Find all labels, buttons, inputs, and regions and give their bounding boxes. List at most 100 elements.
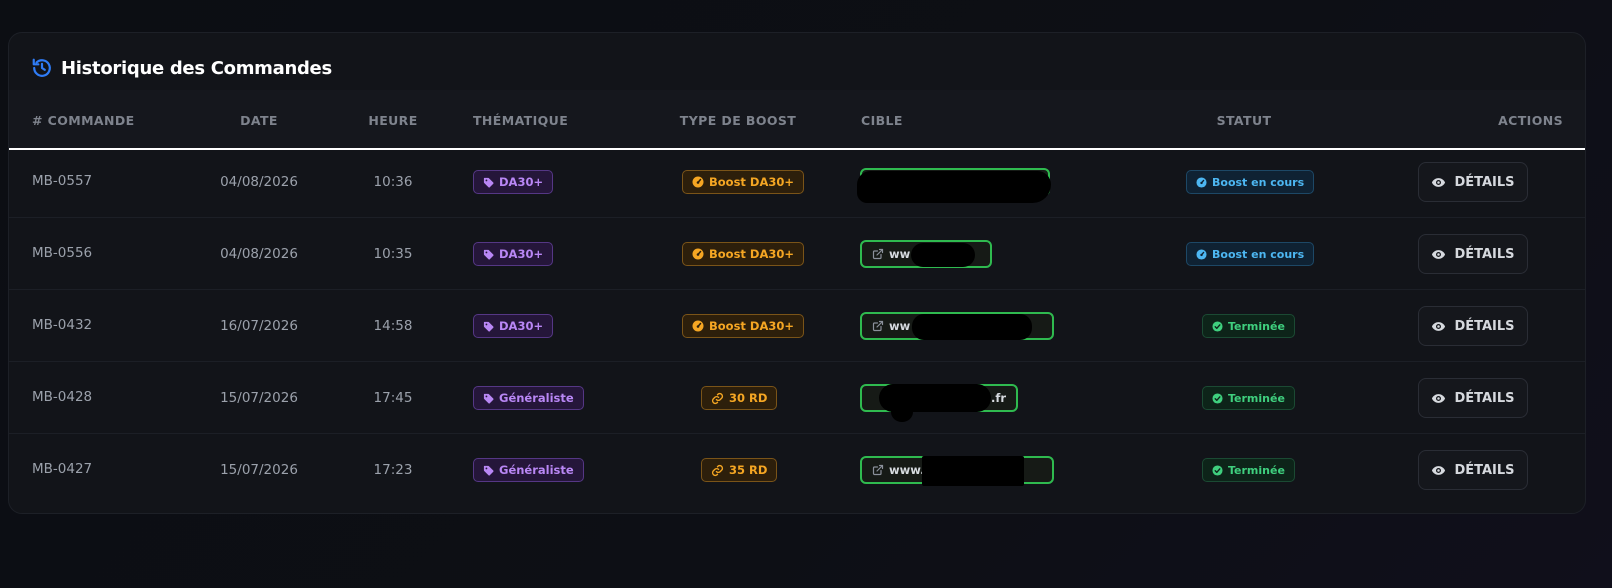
theme-label: DA30+ [499,175,544,189]
history-icon [31,57,53,79]
status-badge: Terminée [1202,458,1295,482]
details-button[interactable]: DÉTAILS [1418,162,1528,202]
column-header-heure: HEURE [368,113,418,128]
theme-badge: DA30+ [473,314,554,338]
order-time: 17:45 [373,390,413,406]
status-badge: Boost en cours [1186,242,1315,266]
theme-label: DA30+ [499,247,544,261]
gauge-icon [692,176,704,188]
column-header-statut: STATUT [1216,113,1272,128]
order-time: 10:36 [373,174,413,190]
order-date: 15/07/2026 [220,390,298,406]
status-label: Boost en cours [1212,247,1305,261]
table-header: # COMMANDE DATE HEURE THÉMATIQUE TYPE DE… [9,90,1585,150]
tag-icon [483,321,494,332]
boost-badge: Boost DA30+ [682,242,804,266]
external-link-icon [872,320,884,332]
boost-label: Boost DA30+ [709,247,794,261]
order-time: 14:58 [373,318,413,334]
details-label: DÉTAILS [1454,246,1515,262]
redaction-mark [891,402,913,422]
status-badge: Terminée [1202,314,1295,338]
details-button[interactable]: DÉTAILS [1418,378,1528,418]
check-circle-icon [1212,392,1223,404]
status-label: Terminée [1228,463,1285,477]
status-label: Terminée [1228,319,1285,333]
orders-history-card: Historique des Commandes # COMMANDE DATE… [8,32,1586,514]
status-progress-icon [1196,176,1207,188]
column-header-date: DATE [240,113,278,128]
details-label: DÉTAILS [1454,318,1515,334]
boost-badge: 35 RD [701,458,778,482]
theme-badge: DA30+ [473,242,554,266]
status-badge: Boost en cours [1186,170,1315,194]
gauge-icon [692,248,704,260]
status-badge: Terminée [1202,386,1295,410]
theme-badge: DA30+ [473,170,554,194]
gauge-icon [692,320,704,332]
boost-label: Boost DA30+ [709,319,794,333]
details-label: DÉTAILS [1454,462,1515,478]
theme-badge: Généraliste [473,458,584,482]
redaction-mark [922,456,1024,486]
eye-icon [1431,175,1446,190]
boost-badge: 30 RD [701,386,778,410]
order-date: 15/07/2026 [220,462,298,478]
column-header-type-boost: TYPE DE BOOST [679,113,797,128]
order-id: MB-0427 [32,461,93,477]
theme-label: DA30+ [499,319,544,333]
theme-label: Généraliste [499,463,574,477]
order-date: 16/07/2026 [220,318,298,334]
boost-label: 30 RD [729,391,768,405]
redaction-mark [911,243,975,267]
eye-icon [1431,391,1446,406]
column-header-actions: ACTIONS [1498,113,1563,128]
tag-icon [483,177,494,188]
column-header-cible: CIBLE [861,113,903,128]
external-link-icon [872,248,884,260]
details-button[interactable]: DÉTAILS [1418,450,1528,490]
column-header-commande: # COMMANDE [32,113,135,128]
status-label: Boost en cours [1212,175,1305,189]
table-row: MB-0432 16/07/2026 14:58 DA30+ Boost DA3… [9,290,1585,362]
table-row: MB-0556 04/08/2026 10:35 DA30+ Boost DA3… [9,218,1585,290]
boost-label: 35 RD [729,463,768,477]
order-id: MB-0432 [32,317,93,333]
link-icon [711,392,724,405]
eye-icon [1431,247,1446,262]
eye-icon [1431,319,1446,334]
tag-icon [483,465,494,476]
order-id: MB-0556 [32,245,93,261]
order-time: 17:23 [373,462,413,478]
table-row: MB-0557 04/08/2026 10:36 DA30+ Boost DA3… [9,146,1585,218]
boost-badge: Boost DA30+ [682,170,804,194]
order-date: 04/08/2026 [220,174,298,190]
card-header: Historique des Commandes [31,57,332,79]
target-label: .fr [990,391,1006,405]
redaction-mark [912,314,1032,340]
theme-label: Généraliste [499,391,574,405]
table-row: MB-0427 15/07/2026 17:23 Généraliste 35 … [9,434,1585,506]
tag-icon [483,249,494,260]
external-link-icon [872,464,884,476]
details-button[interactable]: DÉTAILS [1418,306,1528,346]
tag-icon [483,393,494,404]
details-label: DÉTAILS [1454,390,1515,406]
table-row: MB-0428 15/07/2026 17:45 Généraliste 30 … [9,362,1585,434]
check-circle-icon [1212,464,1223,476]
page-title: Historique des Commandes [61,57,332,79]
details-label: DÉTAILS [1454,174,1515,190]
order-id: MB-0557 [32,173,93,189]
status-label: Terminée [1228,391,1285,405]
order-time: 10:35 [373,246,413,262]
theme-badge: Généraliste [473,386,584,410]
boost-badge: Boost DA30+ [682,314,804,338]
check-circle-icon [1212,320,1223,332]
eye-icon [1431,463,1446,478]
details-button[interactable]: DÉTAILS [1418,234,1528,274]
order-date: 04/08/2026 [220,246,298,262]
column-header-thematique: THÉMATIQUE [473,113,569,128]
order-id: MB-0428 [32,389,93,405]
boost-label: Boost DA30+ [709,175,794,189]
status-progress-icon [1196,248,1207,260]
